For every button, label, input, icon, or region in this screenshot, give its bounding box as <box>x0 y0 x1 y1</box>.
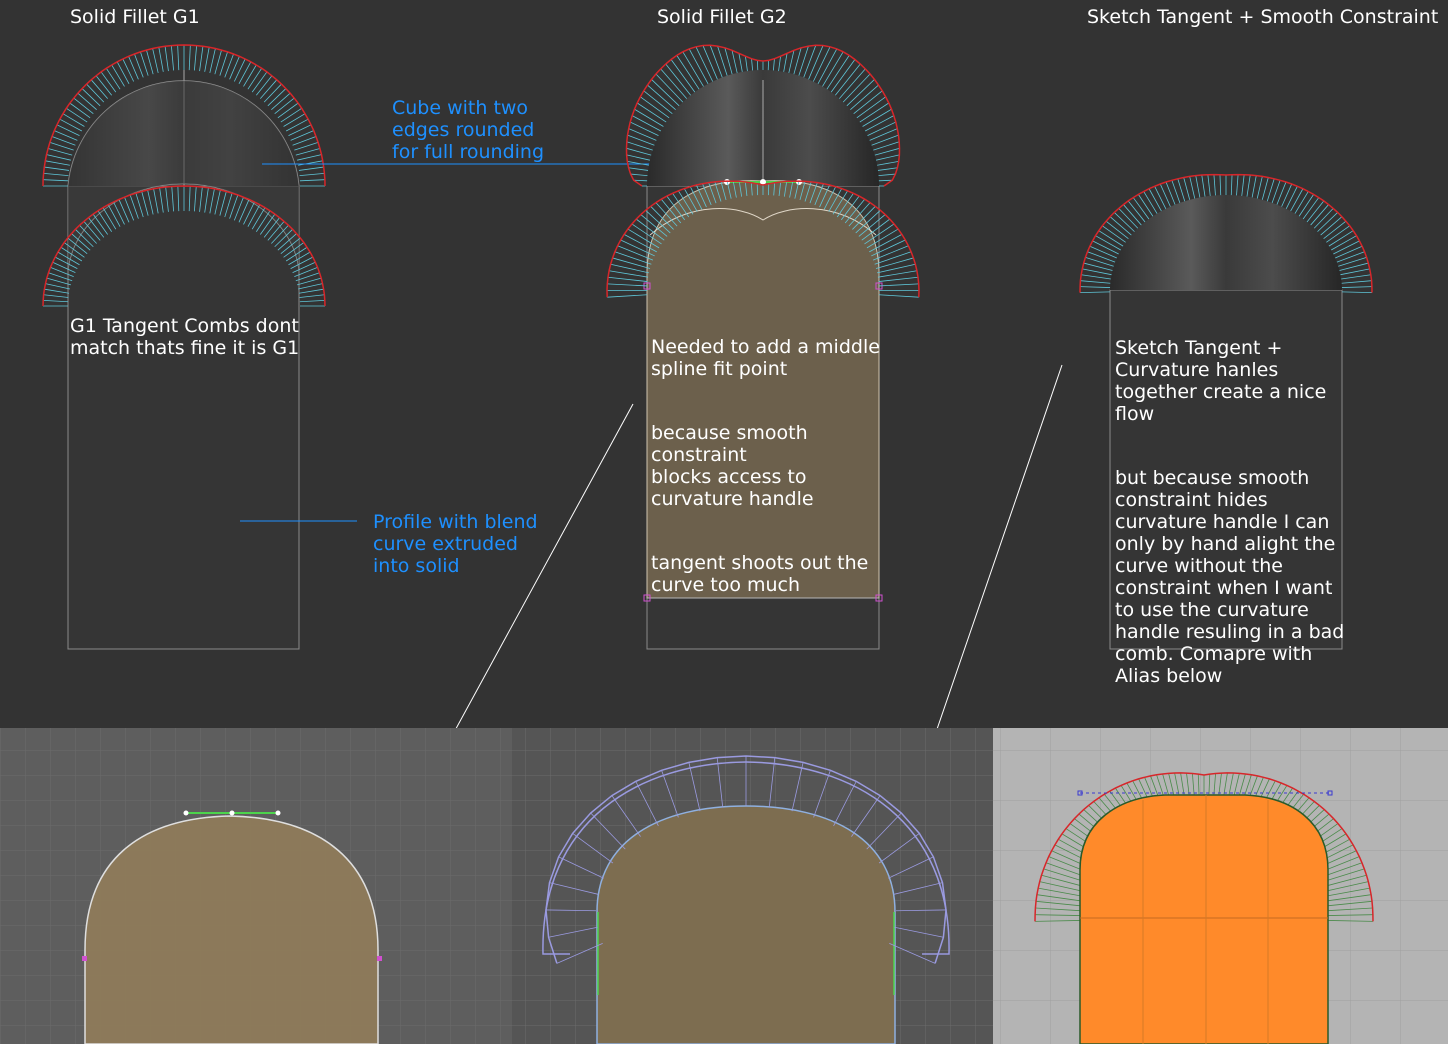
bottom-middle-comb-view <box>512 728 993 1044</box>
g2-note-1: Needed to add a middle spline fit point <box>651 336 880 380</box>
sketch-note-2: but because smooth constraint hides curv… <box>1115 467 1345 687</box>
title-solid-fillet-g1: Solid Fillet G1 <box>70 6 200 28</box>
g1-solid <box>67 70 300 650</box>
g2-notes: Needed to add a middle spline fit point … <box>651 314 891 638</box>
g1-note: G1 Tangent Combs dont match thats fine i… <box>70 315 300 359</box>
cube-annotation: Cube with two edges rounded for full rou… <box>392 97 545 163</box>
bottom-left-sketch-view <box>0 728 512 1044</box>
connector-line-sketch <box>922 364 1063 771</box>
title-solid-fillet-g2: Solid Fillet G2 <box>657 6 787 28</box>
g2-note-3: tangent shoots out the curve too much <box>651 552 869 596</box>
sketch-note-1: Sketch Tangent + Curvature hanles togeth… <box>1115 337 1327 425</box>
profile-annotation: Profile with blend curve extruded into s… <box>373 511 538 577</box>
title-sketch-tangent: Sketch Tangent + Smooth Constraint <box>1087 6 1439 28</box>
g2-note-2: because smooth constraint blocks access … <box>651 422 814 510</box>
sketch-notes: Sketch Tangent + Curvature hanles togeth… <box>1115 315 1355 729</box>
alias-profile <box>1077 790 1333 1044</box>
